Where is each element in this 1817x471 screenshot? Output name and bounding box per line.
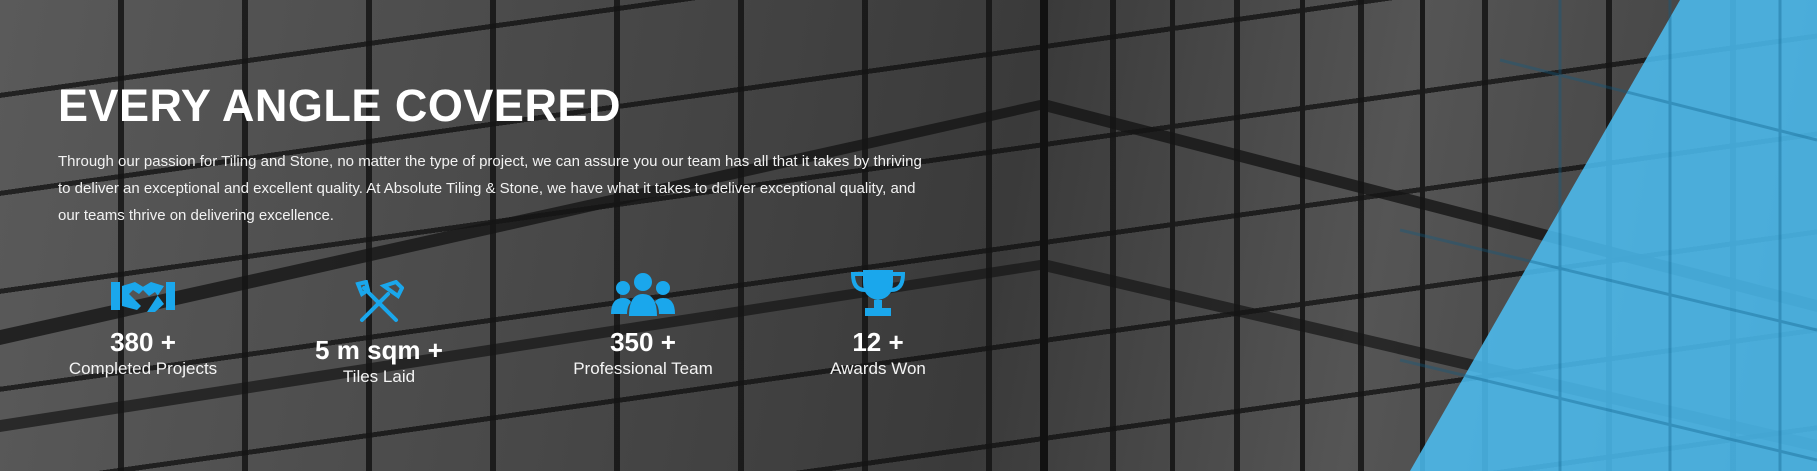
trophy-icon [798, 262, 958, 318]
stat-value: 350 + [610, 327, 676, 357]
tools-icon [294, 270, 464, 326]
stat-value: 5 m sqm + [315, 335, 443, 365]
blue-diagonal-overlay [1410, 0, 1817, 471]
stat-value: 12 + [852, 327, 904, 357]
handshake-icon [58, 262, 228, 318]
stat-label: Professional Team [573, 359, 713, 378]
stats-row: 380 + Completed Projects 5 m sqm + Tiles… [58, 262, 926, 402]
stat-awards-won: 12 + Awards Won [798, 262, 958, 380]
hero-description: Through our passion for Tiling and Stone… [58, 153, 922, 224]
stat-professional-team: 350 + Professional Team [548, 262, 738, 380]
hero-section: EVERY ANGLE COVERED Through our passion … [0, 0, 1817, 471]
stat-value: 380 + [110, 327, 176, 357]
hero-title: EVERY ANGLE COVERED [58, 80, 621, 131]
stat-completed-projects: 380 + Completed Projects [58, 262, 228, 380]
stat-label: Awards Won [830, 359, 926, 378]
stat-label: Completed Projects [68, 359, 218, 378]
hero-content: EVERY ANGLE COVERED Through our passion … [58, 0, 938, 244]
team-icon [548, 262, 738, 318]
stat-tiles-laid: 5 m sqm + Tiles Laid [294, 270, 464, 388]
stat-label: Tiles Laid [342, 367, 416, 386]
